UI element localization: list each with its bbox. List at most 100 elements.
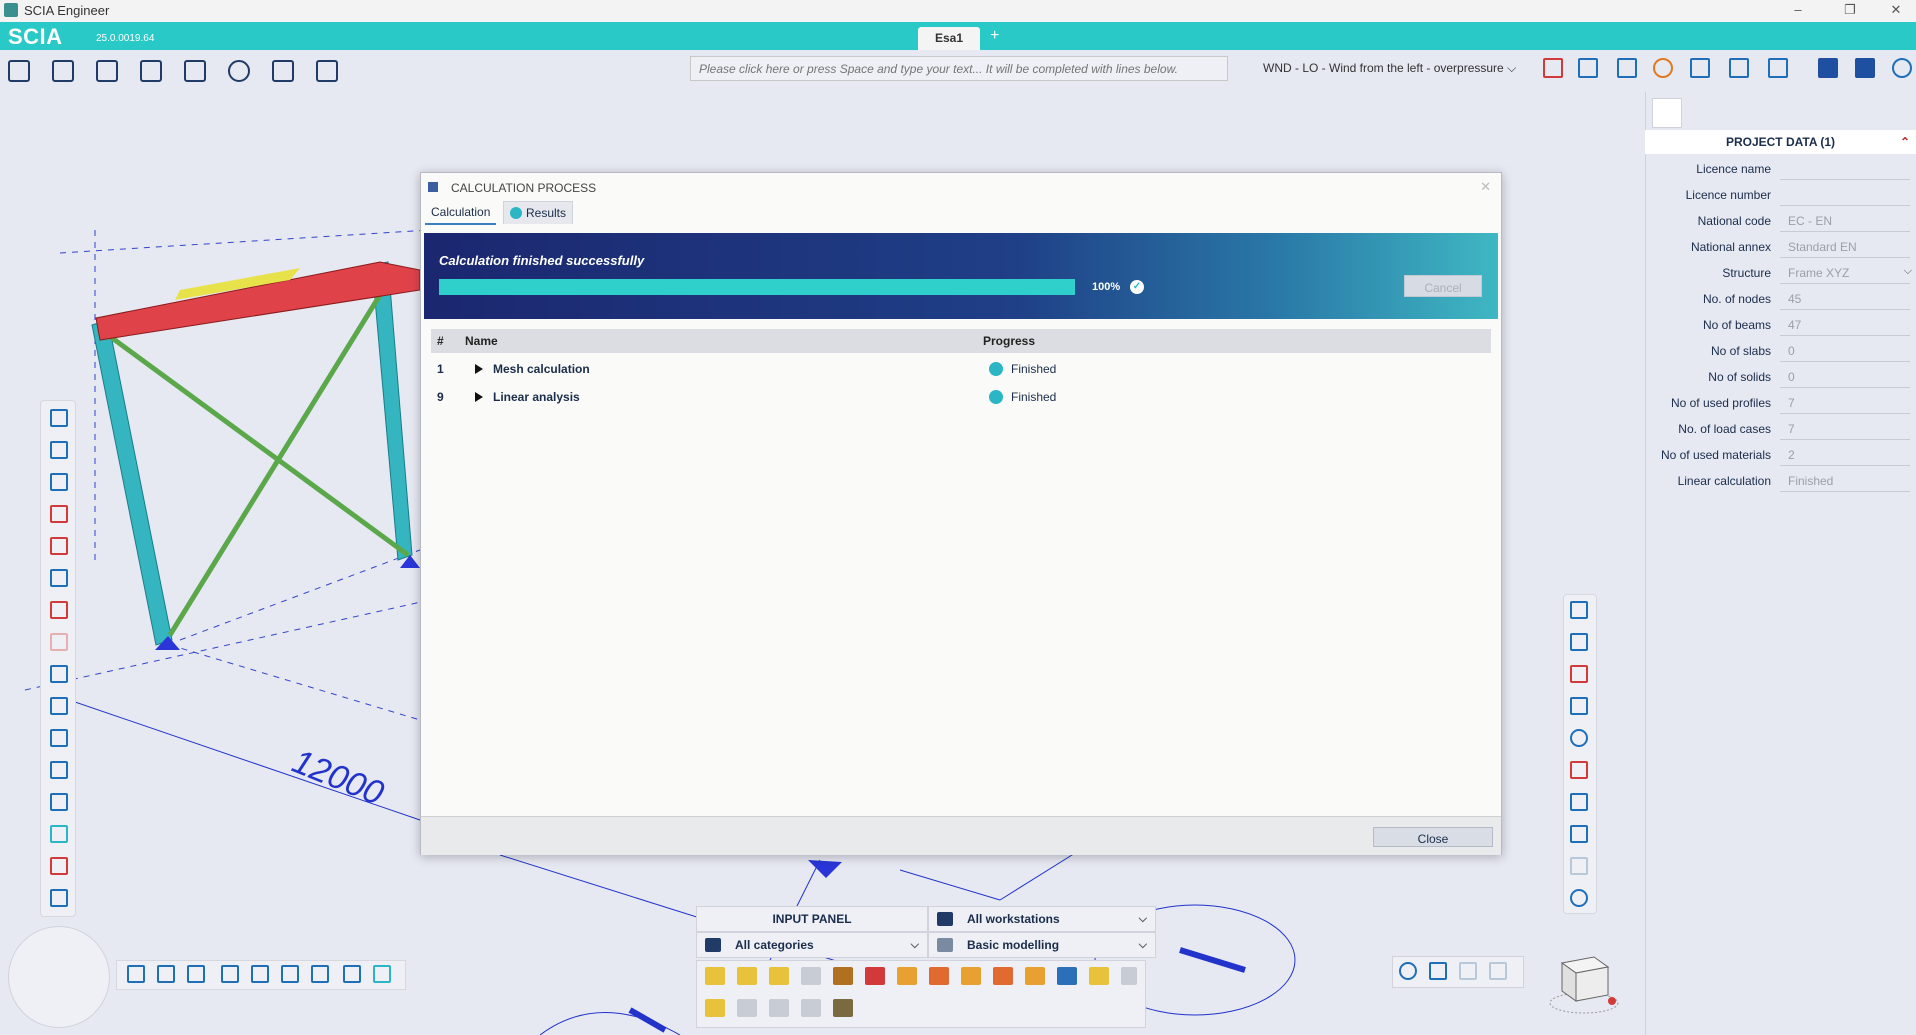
modelling-select[interactable]: Basic modelling ⌵ xyxy=(928,932,1156,958)
brush-icon[interactable] xyxy=(50,569,68,587)
show-icon[interactable] xyxy=(1489,962,1507,980)
command-input[interactable] xyxy=(690,56,1228,81)
workstation-launcher[interactable] xyxy=(8,926,110,1028)
project-data-value[interactable]: 45 xyxy=(1780,288,1910,310)
restore-icon[interactable]: ❐ xyxy=(1830,2,1870,20)
shell-tool-icon[interactable] xyxy=(769,999,789,1017)
load-icon[interactable] xyxy=(50,505,68,523)
workstation-select[interactable]: All workstations ⌵ xyxy=(928,906,1156,932)
insert-icon[interactable] xyxy=(50,729,68,747)
view-cube-icon[interactable] xyxy=(1429,962,1447,980)
curve-tool-icon[interactable] xyxy=(801,999,821,1017)
support-tool-icon[interactable] xyxy=(865,967,885,985)
close-icon[interactable]: ✕ xyxy=(1876,2,1916,20)
view-3d-icon[interactable] xyxy=(1570,633,1588,651)
view-eye-icon[interactable] xyxy=(228,60,250,82)
delete-icon[interactable] xyxy=(50,857,68,875)
layers-icon[interactable] xyxy=(50,761,68,779)
profile-icon[interactable] xyxy=(1570,793,1588,811)
user-settings-icon[interactable] xyxy=(1892,58,1912,78)
zoom-icon[interactable] xyxy=(1399,962,1417,980)
expand-triangle-icon[interactable] xyxy=(475,392,483,402)
book-icon[interactable] xyxy=(272,60,294,82)
axis-tool-icon[interactable] xyxy=(1057,967,1077,985)
slab-tool-icon[interactable] xyxy=(801,967,821,985)
stack-icon[interactable] xyxy=(50,665,68,683)
beam-icon[interactable] xyxy=(50,409,68,427)
project-data-value[interactable]: 0 xyxy=(1780,366,1910,388)
solid-tool-icon[interactable] xyxy=(833,999,853,1017)
hide-icon[interactable] xyxy=(1459,962,1477,980)
axis-icon[interactable] xyxy=(50,889,68,907)
document-icon[interactable] xyxy=(1652,98,1682,128)
arrows-icon[interactable] xyxy=(1570,697,1588,715)
axis-icon[interactable] xyxy=(1578,58,1598,78)
clipboard-icon[interactable] xyxy=(343,965,361,983)
grid-icon[interactable] xyxy=(1690,58,1710,78)
page-icon[interactable] xyxy=(127,965,145,983)
section-icon[interactable] xyxy=(1570,761,1588,779)
plate-tool-icon[interactable] xyxy=(737,999,757,1017)
project-data-value[interactable]: Standard EN xyxy=(1780,236,1910,258)
project-data-value[interactable]: EC - EN xyxy=(1780,210,1910,232)
project-data-value[interactable]: 2 xyxy=(1780,444,1910,466)
project-data-value[interactable]: Finished xyxy=(1780,470,1910,492)
column-tool-icon[interactable] xyxy=(769,967,789,985)
project-data-value[interactable]: 47 xyxy=(1780,314,1910,336)
node-icon[interactable] xyxy=(50,697,68,715)
slab-icon[interactable] xyxy=(50,537,68,555)
project-data-value[interactable] xyxy=(1780,158,1910,180)
rigid-tool-icon[interactable] xyxy=(929,967,949,985)
surface-tool-icon[interactable] xyxy=(1121,967,1137,985)
project-data-value[interactable]: Frame XYZ xyxy=(1780,262,1910,284)
table-icon[interactable] xyxy=(1729,58,1749,78)
table-icon[interactable] xyxy=(187,965,205,983)
edit-icon[interactable] xyxy=(281,965,299,983)
minimize-icon[interactable]: – xyxy=(1778,2,1818,20)
dots-grid-icon[interactable] xyxy=(1570,825,1588,843)
frame-icon[interactable] xyxy=(50,601,68,619)
navigation-cube[interactable] xyxy=(1548,945,1620,1017)
check-icon[interactable] xyxy=(311,965,329,983)
document-tab[interactable]: Esa1 xyxy=(918,27,980,50)
project-data-value[interactable]: 0 xyxy=(1780,340,1910,362)
new-file-icon[interactable] xyxy=(8,60,30,82)
close-button[interactable]: Close xyxy=(1373,827,1493,847)
load-case-select[interactable]: WND - LO - Wind from the left - overpres… xyxy=(1263,61,1516,76)
project-data-value[interactable]: 7 xyxy=(1780,418,1910,440)
copy-icon[interactable] xyxy=(221,965,239,983)
eu-flag-icon[interactable] xyxy=(1818,58,1838,78)
search-book-icon[interactable] xyxy=(316,60,338,82)
view-frame-icon[interactable] xyxy=(1570,601,1588,619)
tab-calculation[interactable]: Calculation xyxy=(425,201,497,225)
structure-icon[interactable] xyxy=(140,60,162,82)
check-icon[interactable] xyxy=(50,825,68,843)
page-icon[interactable] xyxy=(157,965,175,983)
check-disabled-icon[interactable] xyxy=(1570,857,1588,875)
import-icon[interactable] xyxy=(251,965,269,983)
window-icon[interactable] xyxy=(373,965,391,983)
dialog-close-icon[interactable]: ✕ xyxy=(1480,179,1491,195)
project-data-value[interactable] xyxy=(1780,184,1910,206)
layout-icon[interactable] xyxy=(1768,58,1788,78)
column-icon[interactable] xyxy=(50,441,68,459)
category-select[interactable]: All categories ⌵ xyxy=(696,932,928,958)
project-data-value[interactable]: 7 xyxy=(1780,392,1910,414)
member-icon[interactable] xyxy=(50,473,68,491)
wall-tool-icon[interactable] xyxy=(833,967,853,985)
database-icon[interactable] xyxy=(1570,729,1588,747)
connection-tool-icon[interactable] xyxy=(993,967,1013,985)
chevron-down-icon[interactable]: ⌵ xyxy=(1904,265,1912,278)
expand-triangle-icon[interactable] xyxy=(475,364,483,374)
table-row[interactable]: 9 Linear analysis Finished xyxy=(431,383,1491,411)
cancel-button[interactable]: Cancel xyxy=(1404,275,1482,297)
tab-results[interactable]: Results xyxy=(503,201,574,224)
node-tool-icon[interactable] xyxy=(1025,967,1045,985)
layer-tool-icon[interactable] xyxy=(705,999,725,1017)
link-tool-icon[interactable] xyxy=(961,967,981,985)
member-tool-icon[interactable] xyxy=(737,967,757,985)
edit-icon[interactable] xyxy=(52,60,74,82)
hinge-tool-icon[interactable] xyxy=(897,967,917,985)
collapse-icon[interactable]: ⌃ xyxy=(1900,130,1910,154)
model-icon[interactable] xyxy=(184,60,206,82)
